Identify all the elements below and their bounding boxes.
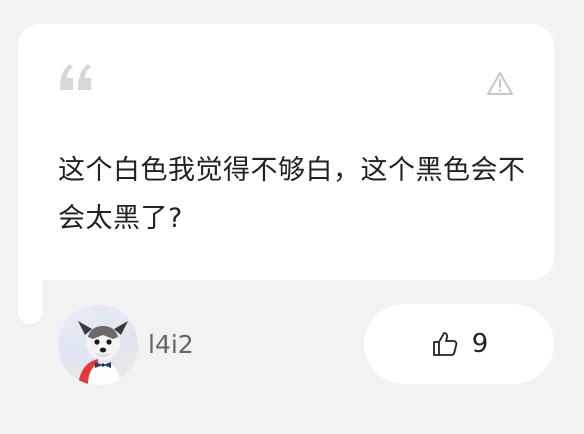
like-count: 9 [471, 329, 489, 359]
username[interactable]: l4i2 [148, 328, 194, 362]
user-avatar[interactable] [58, 305, 138, 385]
like-button[interactable]: 9 [364, 304, 554, 384]
comment-text: 这个白色我觉得不够白，这个黑色会不会太黑了? [58, 155, 526, 234]
dog-avatar [78, 321, 128, 385]
thumbs-up-icon [430, 329, 460, 359]
warning-triangle-icon[interactable] [486, 70, 514, 98]
quote-mark-icon [56, 56, 96, 96]
